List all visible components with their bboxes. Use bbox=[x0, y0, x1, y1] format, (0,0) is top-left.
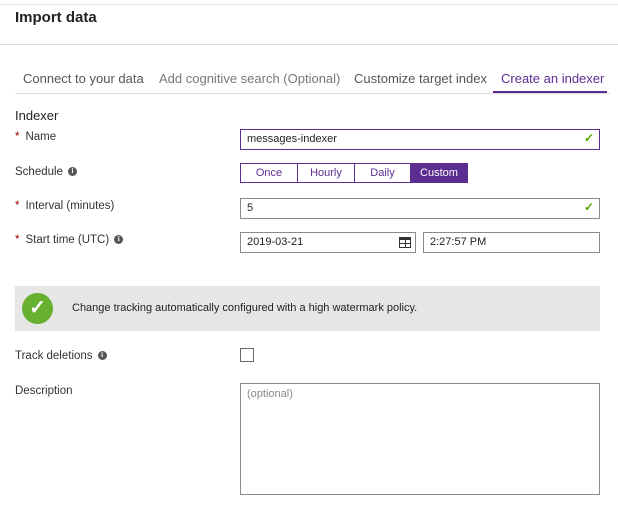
section-title: Indexer bbox=[15, 108, 59, 123]
start-time-input[interactable]: 2:27:57 PM bbox=[423, 232, 600, 253]
start-time-value: 2:27:57 PM bbox=[430, 236, 487, 248]
required-marker: * bbox=[15, 200, 20, 212]
schedule-label: Schedule i bbox=[15, 166, 77, 178]
schedule-hourly-button[interactable]: Hourly bbox=[298, 164, 355, 182]
header-divider bbox=[0, 44, 618, 45]
tab-cognitive-search[interactable]: Add cognitive search (Optional) bbox=[159, 71, 340, 86]
checkmark-icon: ✓ bbox=[583, 131, 594, 145]
name-label-text: Name bbox=[25, 131, 57, 143]
start-date-input[interactable]: 2019-03-21 bbox=[240, 232, 416, 253]
schedule-selector: Once Hourly Daily Custom bbox=[240, 163, 468, 183]
track-deletions-checkbox[interactable] bbox=[240, 348, 254, 362]
tab-customize-index[interactable]: Customize target index bbox=[354, 71, 487, 86]
banner-message: Change tracking automatically configured… bbox=[72, 302, 418, 314]
tab-connect-data[interactable]: Connect to your data bbox=[23, 71, 144, 86]
wizard-tabs: Connect to your data Add cognitive searc… bbox=[15, 71, 610, 93]
track-deletions-label: Track deletions i bbox=[15, 350, 107, 362]
change-tracking-banner: ✓ Change tracking automatically configur… bbox=[15, 286, 600, 331]
interval-input-value: 5 bbox=[247, 202, 254, 214]
success-checkmark-icon: ✓ bbox=[22, 293, 53, 324]
required-marker: * bbox=[15, 131, 20, 143]
info-icon[interactable]: i bbox=[114, 235, 124, 245]
tabs-divider bbox=[15, 93, 610, 94]
schedule-daily-button[interactable]: Daily bbox=[355, 164, 411, 182]
description-textarea[interactable]: (optional) bbox=[240, 383, 600, 495]
info-icon[interactable]: i bbox=[97, 351, 107, 361]
required-marker: * bbox=[15, 234, 20, 246]
start-time-label-text: Start time (UTC) bbox=[25, 234, 110, 246]
start-time-label: * Start time (UTC) i bbox=[15, 234, 124, 246]
schedule-custom-button[interactable]: Custom bbox=[411, 164, 467, 182]
schedule-once-button[interactable]: Once bbox=[241, 164, 298, 182]
tab-create-indexer[interactable]: Create an indexer bbox=[501, 71, 604, 86]
page-title: Import data bbox=[15, 9, 97, 26]
name-input-value: messages-indexer bbox=[247, 133, 337, 145]
info-icon[interactable]: i bbox=[67, 167, 77, 177]
schedule-label-text: Schedule bbox=[15, 166, 63, 178]
top-border bbox=[0, 4, 618, 5]
checkmark-icon: ✓ bbox=[583, 200, 594, 214]
track-deletions-label-text: Track deletions bbox=[15, 350, 93, 362]
active-tab-indicator bbox=[493, 91, 607, 93]
interval-label-text: Interval (minutes) bbox=[25, 200, 115, 212]
name-label: * Name bbox=[15, 131, 56, 143]
calendar-icon[interactable] bbox=[399, 237, 411, 248]
start-date-value: 2019-03-21 bbox=[247, 236, 304, 248]
description-placeholder: (optional) bbox=[247, 388, 293, 400]
interval-input[interactable]: 5 ✓ bbox=[240, 198, 600, 219]
description-label: Description bbox=[15, 385, 73, 397]
interval-label: * Interval (minutes) bbox=[15, 200, 114, 212]
banner-icon-area: ✓ bbox=[15, 286, 60, 331]
name-input[interactable]: messages-indexer ✓ bbox=[240, 129, 600, 150]
